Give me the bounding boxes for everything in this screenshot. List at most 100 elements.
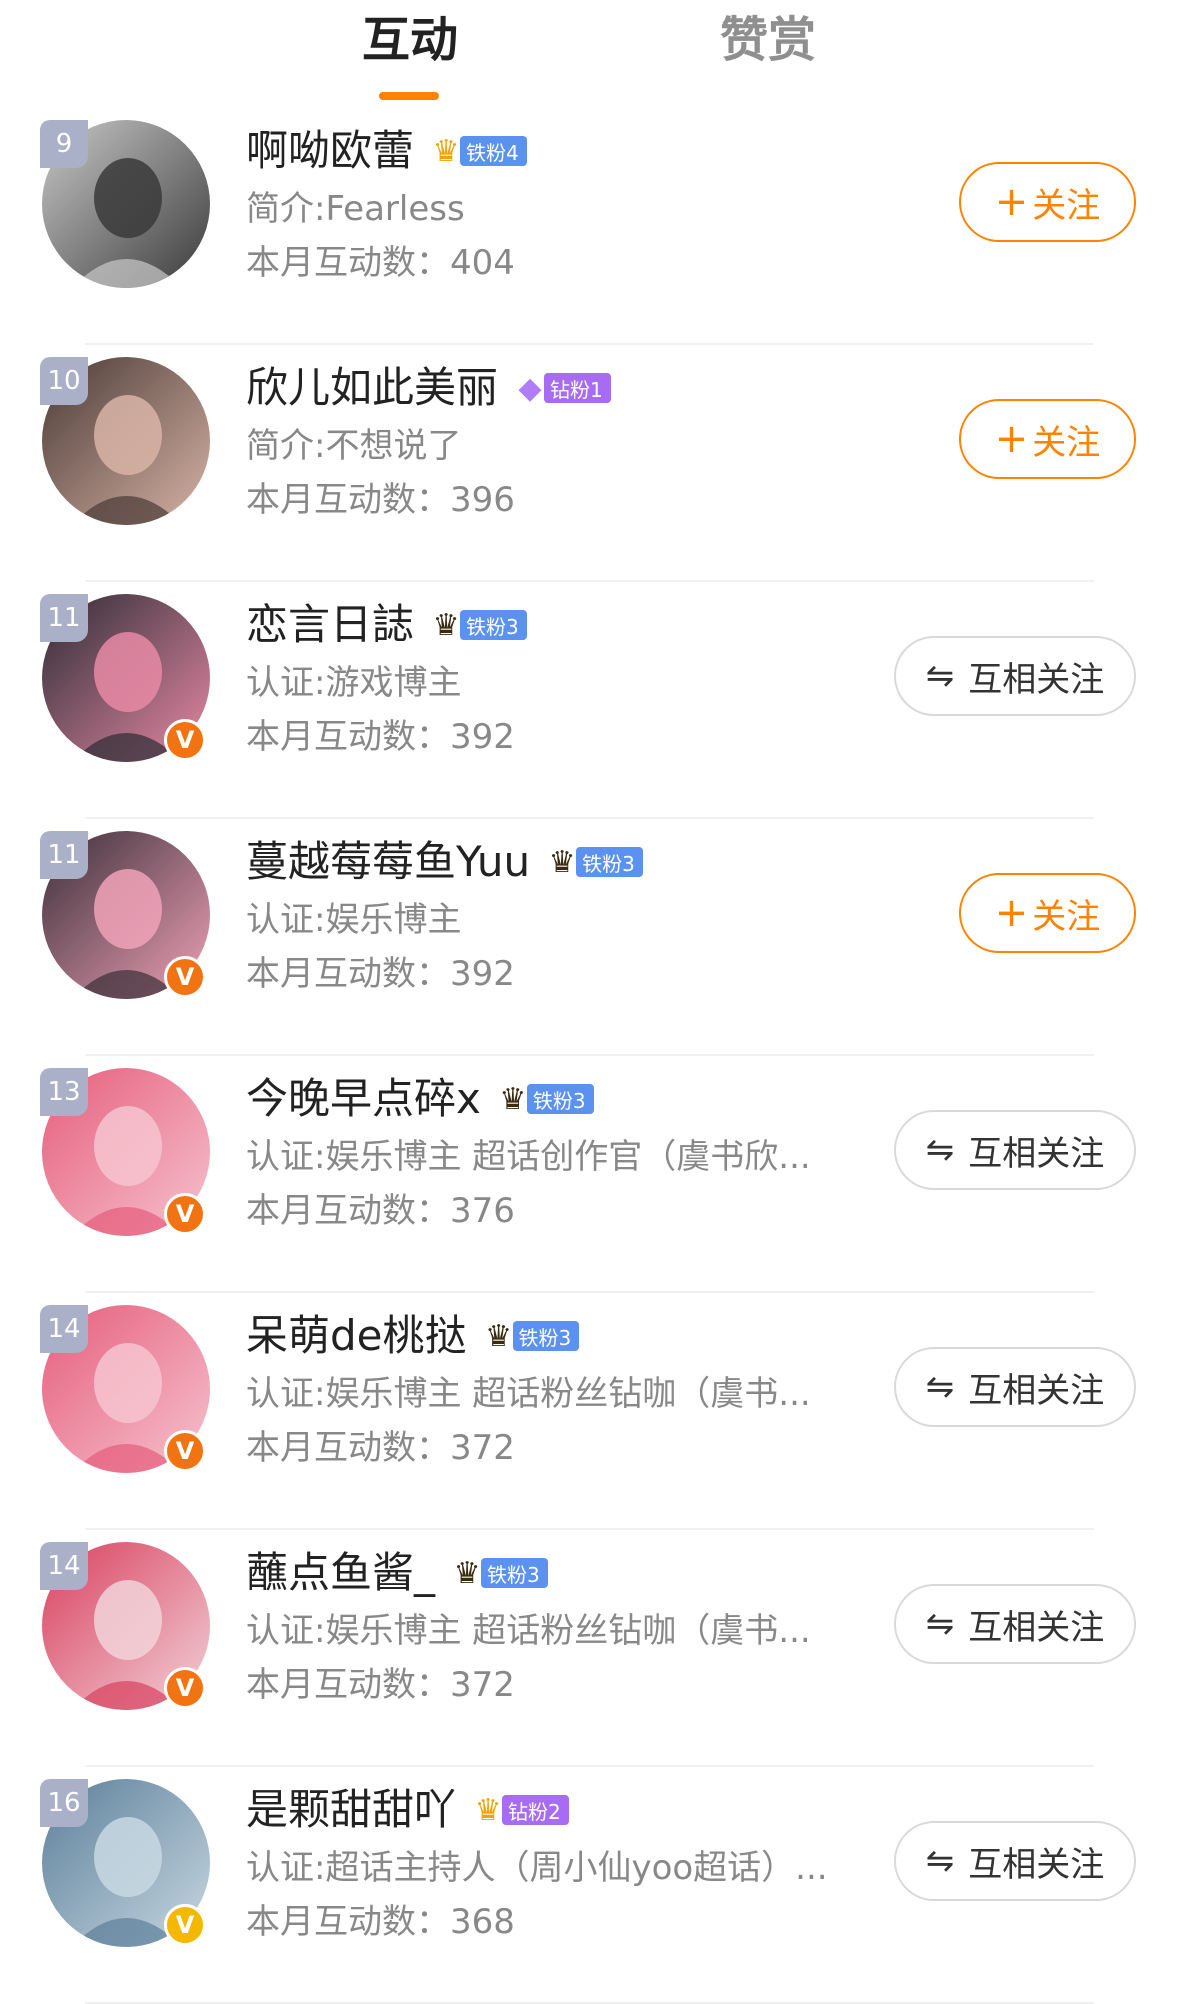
mutual-follow-label: 互相关注 [968, 1133, 1105, 1174]
monthly-interaction-count: 本月互动数：368 [246, 1898, 515, 1946]
list-item[interactable]: 10 欣儿如此美丽 ◆ 钻粉1 简介:不想说了 本月互动数：396 + 关注 [0, 342, 1179, 582]
mutual-follow-button[interactable]: ⇋ 互相关注 [894, 1110, 1136, 1190]
monthly-interaction-count: 本月互动数：392 [246, 713, 515, 761]
rank-badge: 16 [40, 1779, 88, 1827]
follow-button[interactable]: + 关注 [959, 873, 1136, 953]
verified-badge-icon: V [164, 956, 206, 998]
swap-arrows-icon: ⇋ [925, 1604, 955, 1644]
rank-badge: 10 [40, 357, 88, 405]
rank-badge: 9 [40, 120, 88, 168]
avatar-container[interactable]: 14 V [40, 1305, 210, 1473]
list-item[interactable]: 11 V 恋言日誌 ♛ 铁粉3 认证:游戏博主 本月互动数：392 ⇋ 互相关注 [0, 579, 1179, 819]
rank-badge: 13 [40, 1068, 88, 1116]
name-line: 蘸点鱼酱_ ♛ 铁粉3 [246, 1545, 548, 1601]
list-item[interactable]: 14 V 呆萌de桃挞 ♛ 铁粉3 认证:娱乐博主 超话粉丝钻咖（虞书... 本… [0, 1290, 1179, 1530]
name-line: 呆萌de桃挞 ♛ 铁粉3 [246, 1308, 580, 1364]
list-item[interactable]: 9 啊呦欧蕾 ♛ 铁粉4 简介:Fearless 本月互动数：404 + 关注 [0, 105, 1179, 345]
user-name[interactable]: 呆萌de桃挞 [246, 1308, 467, 1364]
fan-level-badge: ♛ 钻粉2 [468, 1792, 569, 1828]
count-value: 396 [450, 480, 515, 520]
monthly-interaction-count: 本月互动数：404 [246, 239, 515, 287]
count-value: 372 [450, 1428, 515, 1468]
follow-button[interactable]: + 关注 [959, 162, 1136, 242]
name-line: 今晚早点碎x ♛ 铁粉3 [246, 1071, 594, 1127]
plus-icon: + [994, 179, 1029, 225]
count-prefix: 本月互动数： [246, 717, 450, 757]
follow-label: 关注 [1032, 422, 1101, 463]
user-description: 简介:Fearless [246, 189, 465, 229]
mutual-follow-button[interactable]: ⇋ 互相关注 [894, 1584, 1136, 1664]
verified-badge-icon: V [164, 1667, 206, 1709]
user-name[interactable]: 蘸点鱼酱_ [246, 1545, 435, 1601]
user-description: 认证:娱乐博主 超话创作官（虞书欣... [246, 1137, 811, 1177]
count-value: 372 [450, 1665, 515, 1705]
mutual-follow-label: 互相关注 [968, 1844, 1105, 1885]
user-name[interactable]: 啊呦欧蕾 [246, 123, 414, 179]
user-description: 认证:娱乐博主 超话粉丝钻咖（虞书... [246, 1374, 811, 1414]
swap-arrows-icon: ⇋ [925, 656, 955, 696]
avatar-container[interactable]: 11 V [40, 594, 210, 762]
crown-icon: ♛ [432, 607, 460, 643]
rank-badge: 14 [40, 1305, 88, 1353]
rank-badge: 14 [40, 1542, 88, 1590]
user-description: 简介:不想说了 [246, 426, 462, 466]
mutual-follow-button[interactable]: ⇋ 互相关注 [894, 1821, 1136, 1901]
crown-icon: ♛ [548, 844, 576, 880]
crown-icon: ♛ [432, 133, 460, 169]
fan-level-label: 铁粉3 [481, 1558, 548, 1588]
fan-level-label: 铁粉3 [576, 847, 643, 877]
avatar-container[interactable]: 10 [40, 357, 210, 525]
count-prefix: 本月互动数： [246, 954, 450, 994]
user-name[interactable]: 今晚早点碎x [246, 1071, 481, 1127]
user-name[interactable]: 蔓越莓莓鱼Yuu [246, 834, 530, 890]
user-name[interactable]: 恋言日誌 [246, 597, 414, 653]
fan-level-label: 铁粉3 [512, 1321, 580, 1351]
crown-icon: ♛ [453, 1555, 481, 1591]
verified-badge-icon: V [164, 1904, 206, 1946]
crown-icon: ♛ [485, 1318, 512, 1354]
mutual-follow-label: 互相关注 [968, 659, 1105, 700]
verified-badge-icon: V [164, 719, 206, 761]
user-description: 认证:超话主持人（周小仙yoo超话）... [246, 1848, 828, 1888]
count-value: 404 [450, 243, 515, 283]
count-prefix: 本月互动数： [246, 1191, 450, 1231]
avatar-container[interactable]: 11 V [40, 831, 210, 999]
list-item[interactable]: 16 V 是颗甜甜吖 ♛ 钻粉2 认证:超话主持人（周小仙yoo超话）... 本… [0, 1764, 1179, 2004]
verified-badge-icon: V [164, 1430, 206, 1472]
count-value: 392 [450, 954, 515, 994]
rank-badge: 11 [40, 831, 88, 879]
name-line: 蔓越莓莓鱼Yuu ♛ 铁粉3 [246, 834, 643, 890]
avatar-container[interactable]: 14 V [40, 1542, 210, 1710]
verified-badge-icon: V [164, 1193, 206, 1235]
mutual-follow-button[interactable]: ⇋ 互相关注 [894, 1347, 1136, 1427]
tab-interaction[interactable]: 互动 [362, 12, 458, 68]
list-item[interactable]: 11 V 蔓越莓莓鱼Yuu ♛ 铁粉3 认证:娱乐博主 本月互动数：392 + … [0, 816, 1179, 1056]
fan-level-label: 铁粉3 [526, 1084, 594, 1114]
swap-arrows-icon: ⇋ [925, 1130, 955, 1170]
avatar-container[interactable]: 16 V [40, 1779, 210, 1947]
follow-label: 关注 [1032, 896, 1101, 937]
list-item[interactable]: 14 V 蘸点鱼酱_ ♛ 铁粉3 认证:娱乐博主 超话粉丝钻咖（虞书... 本月… [0, 1527, 1179, 1767]
count-prefix: 本月互动数： [246, 1428, 450, 1468]
follow-button[interactable]: + 关注 [959, 399, 1136, 479]
monthly-interaction-count: 本月互动数：372 [246, 1661, 515, 1709]
user-description: 认证:娱乐博主 [246, 900, 462, 940]
plus-icon: + [994, 416, 1029, 462]
diamond-icon: ◆ [518, 370, 542, 406]
fan-level-badge: ♛ 铁粉3 [493, 1082, 594, 1117]
avatar-container[interactable]: 9 [40, 120, 210, 288]
user-name[interactable]: 欣儿如此美丽 [246, 360, 498, 416]
plus-icon: + [994, 890, 1029, 936]
active-tab-indicator [379, 92, 439, 100]
user-name[interactable]: 是颗甜甜吖 [246, 1782, 456, 1838]
avatar-container[interactable]: 13 V [40, 1068, 210, 1236]
tab-reward[interactable]: 赞赏 [720, 12, 816, 68]
crown-icon: ♛ [474, 1792, 502, 1828]
monthly-interaction-count: 本月互动数：392 [246, 950, 515, 998]
list-item[interactable]: 13 V 今晚早点碎x ♛ 铁粉3 认证:娱乐博主 超话创作官（虞书欣... 本… [0, 1053, 1179, 1293]
name-line: 欣儿如此美丽 ◆ 钻粉1 [246, 360, 611, 416]
count-value: 376 [450, 1191, 515, 1231]
mutual-follow-label: 互相关注 [968, 1607, 1105, 1648]
mutual-follow-button[interactable]: ⇋ 互相关注 [894, 636, 1136, 716]
name-line: 是颗甜甜吖 ♛ 钻粉2 [246, 1782, 569, 1838]
